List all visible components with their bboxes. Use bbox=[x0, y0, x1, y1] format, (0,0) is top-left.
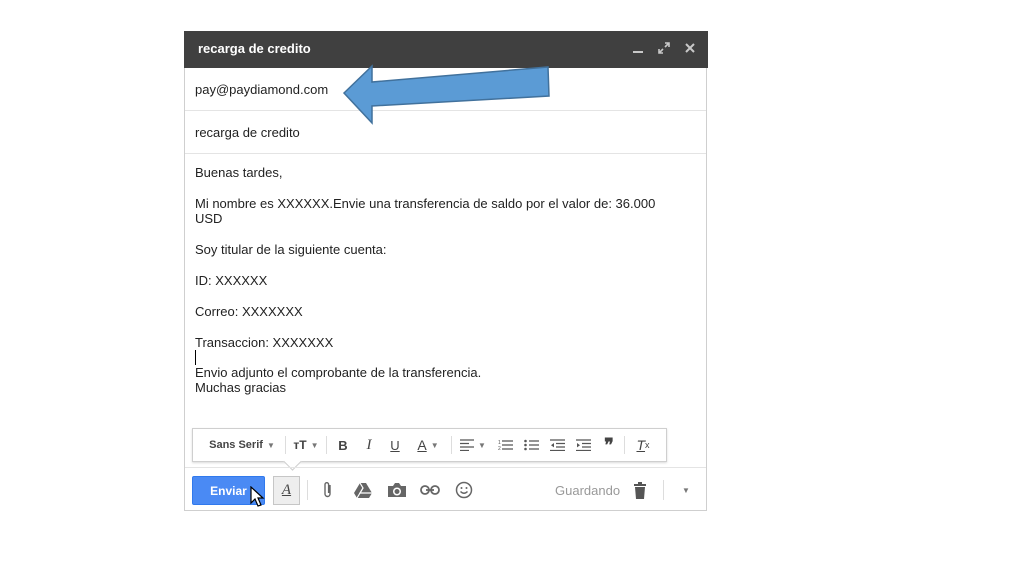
indent-less-icon[interactable] bbox=[546, 429, 568, 461]
more-options-icon[interactable]: ▼ bbox=[675, 480, 697, 500]
titlebar-icons bbox=[630, 40, 698, 56]
subject-text: recarga de credito bbox=[195, 125, 300, 140]
remove-formatting-icon[interactable]: Tx bbox=[630, 429, 656, 461]
bold-icon[interactable]: B bbox=[332, 429, 354, 461]
mouse-pointer-icon bbox=[250, 486, 265, 507]
text-caret bbox=[195, 350, 695, 365]
format-toolbar: Sans Serif ▼ тT ▼ B I U A ▼ ▼ 12 ❞ T x bbox=[192, 428, 667, 462]
message-body[interactable]: Buenas tardes, Mi nombre es XXXXXX.Envie… bbox=[195, 165, 695, 395]
emoji-icon[interactable] bbox=[453, 480, 475, 500]
italic-icon[interactable]: I bbox=[358, 429, 380, 461]
saving-status: Guardando bbox=[555, 483, 621, 498]
annotation-arrow-icon bbox=[342, 64, 550, 125]
underline-icon[interactable]: U bbox=[384, 429, 406, 461]
minimize-icon[interactable] bbox=[630, 40, 646, 56]
compose-titlebar[interactable]: recarga de credito bbox=[184, 31, 708, 68]
body-line-6: Envio adjunto el comprobante de la trans… bbox=[195, 365, 482, 380]
trash-icon[interactable] bbox=[629, 480, 651, 500]
body-line-5: Transaccion: XXXXXXX bbox=[195, 335, 334, 350]
expand-icon[interactable] bbox=[656, 40, 672, 56]
formatting-icon[interactable]: A bbox=[273, 476, 300, 505]
body-line-4: Correo: XXXXXXX bbox=[195, 304, 303, 319]
indent-more-icon[interactable] bbox=[572, 429, 594, 461]
compose-title: recarga de credito bbox=[198, 41, 311, 56]
font-select[interactable]: Sans Serif ▼ bbox=[203, 429, 281, 461]
attach-icon[interactable] bbox=[317, 480, 339, 500]
text-size-icon[interactable]: тT ▼ bbox=[290, 429, 322, 461]
text-color-icon[interactable]: A ▼ bbox=[411, 429, 445, 461]
quote-icon[interactable]: ❞ bbox=[598, 429, 620, 461]
body-line-3: ID: XXXXXX bbox=[195, 273, 268, 288]
close-icon[interactable] bbox=[682, 40, 698, 56]
bulleted-list-icon[interactable] bbox=[520, 429, 542, 461]
body-line-2: Soy titular de la siguiente cuenta: bbox=[195, 242, 387, 257]
body-greeting: Buenas tardes, bbox=[195, 165, 283, 180]
photo-icon[interactable] bbox=[386, 480, 408, 500]
font-select-label: Sans Serif bbox=[209, 439, 263, 451]
body-line-7: Muchas gracias bbox=[195, 380, 287, 395]
link-icon[interactable] bbox=[419, 480, 441, 500]
to-recipient: pay@paydiamond.com bbox=[195, 82, 329, 97]
numbered-list-icon[interactable]: 12 bbox=[494, 429, 516, 461]
drive-icon[interactable] bbox=[352, 480, 374, 500]
body-line-1: Mi nombre es XXXXXX.Envie una transferen… bbox=[195, 196, 656, 211]
body-line-1b: USD bbox=[195, 211, 223, 226]
svg-text:2: 2 bbox=[498, 446, 501, 451]
align-icon[interactable]: ▼ bbox=[456, 429, 490, 461]
